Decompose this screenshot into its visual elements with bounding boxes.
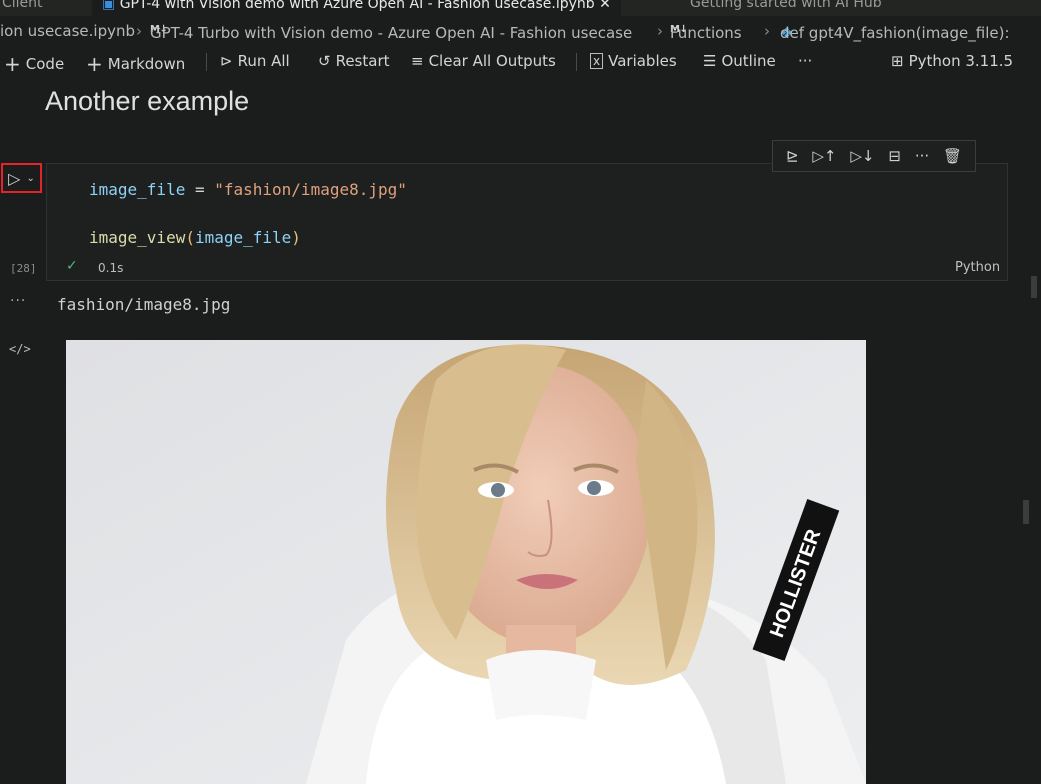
- chevron-right-icon: ›: [136, 22, 142, 40]
- outline-button[interactable]: ☰ Outline: [703, 52, 776, 70]
- chevron-right-icon: ›: [764, 22, 770, 40]
- kernel-picker[interactable]: ⊞ Python 3.11.5: [891, 52, 1013, 70]
- play-icon: ▷: [8, 168, 21, 188]
- tab-active-notebook[interactable]: ▣ GPT-4 with Vision demo with Azure Open…: [92, 0, 621, 16]
- add-markdown-button[interactable]: + Markdown: [86, 52, 185, 76]
- run-all-button[interactable]: ⊳ Run All: [220, 52, 290, 70]
- clear-all-icon: ≡: [411, 52, 424, 70]
- output-more-button[interactable]: ···: [10, 293, 26, 309]
- plus-icon: +: [4, 52, 21, 76]
- split-cell-icon[interactable]: ⊟: [888, 147, 901, 165]
- fashion-photo: HOLLISTER: [66, 340, 866, 784]
- check-icon: ✓: [66, 258, 78, 274]
- chevron-down-icon: ⌄: [26, 172, 35, 184]
- run-all-icon: ⊳: [220, 52, 233, 70]
- restart-icon: ↺: [318, 52, 331, 70]
- execute-below-icon[interactable]: ▷↓: [850, 147, 874, 165]
- output-text: fashion/image8.jpg: [57, 295, 231, 314]
- toolbar-divider: [206, 53, 207, 71]
- tab-ai-hub[interactable]: Getting started with AI Hub: [690, 0, 882, 16]
- scroll-marker: [1023, 500, 1029, 524]
- toolbar-divider: [576, 53, 577, 71]
- chevron-right-icon: ›: [657, 22, 663, 40]
- execute-above-icon[interactable]: ▷↑: [812, 147, 836, 165]
- run-by-line-icon[interactable]: ⊵: [786, 147, 799, 165]
- breadcrumb-file[interactable]: ion usecase.ipynb: [0, 22, 135, 40]
- vertical-scrollbar[interactable]: [1021, 80, 1041, 784]
- cell-toolbar: ⊵ ▷↑ ▷↓ ⊟ ··· 🗑: [772, 140, 976, 172]
- tab-client[interactable]: Client: [2, 0, 43, 16]
- run-cell-button[interactable]: ▷ ⌄: [1, 163, 42, 193]
- code-line-1[interactable]: image_file = "fashion/image8.jpg": [89, 180, 407, 199]
- plus-icon: +: [86, 52, 103, 76]
- markdown-heading: Another example: [45, 86, 250, 116]
- code-line-2[interactable]: image_view(image_file): [89, 228, 301, 247]
- tab-bar: Client ▣ GPT-4 with Vision demo with Azu…: [0, 0, 1041, 16]
- notebook-toolbar: + Code + Markdown ⊳ Run All ↺ Restart ≡ …: [0, 48, 1041, 76]
- scrollbar-thumb[interactable]: [1031, 276, 1037, 298]
- restart-button[interactable]: ↺ Restart: [318, 52, 390, 70]
- close-icon[interactable]: ✕: [599, 0, 611, 12]
- clear-outputs-button[interactable]: ≡ Clear All Outputs: [411, 52, 556, 70]
- execution-time: 0.1s: [98, 261, 124, 275]
- notebook-icon: ▣: [102, 0, 116, 12]
- add-code-button[interactable]: + Code: [4, 52, 64, 76]
- delete-icon[interactable]: 🗑: [943, 147, 962, 165]
- cell-language[interactable]: Python: [955, 260, 1000, 275]
- output-image: HOLLISTER: [66, 340, 866, 784]
- variables-button[interactable]: x Variables: [590, 52, 677, 70]
- execution-count: [28]: [10, 262, 37, 275]
- variables-icon: x: [590, 53, 604, 69]
- breadcrumb: ion usecase.ipynb › M↓ GPT-4 Turbo with V…: [0, 22, 1010, 42]
- list-icon: ☰: [703, 52, 717, 70]
- kernel-icon: ⊞: [891, 52, 904, 70]
- more-actions-button[interactable]: ···: [798, 52, 812, 70]
- more-icon[interactable]: ···: [915, 147, 929, 165]
- output-mime-icon[interactable]: </>: [9, 342, 31, 356]
